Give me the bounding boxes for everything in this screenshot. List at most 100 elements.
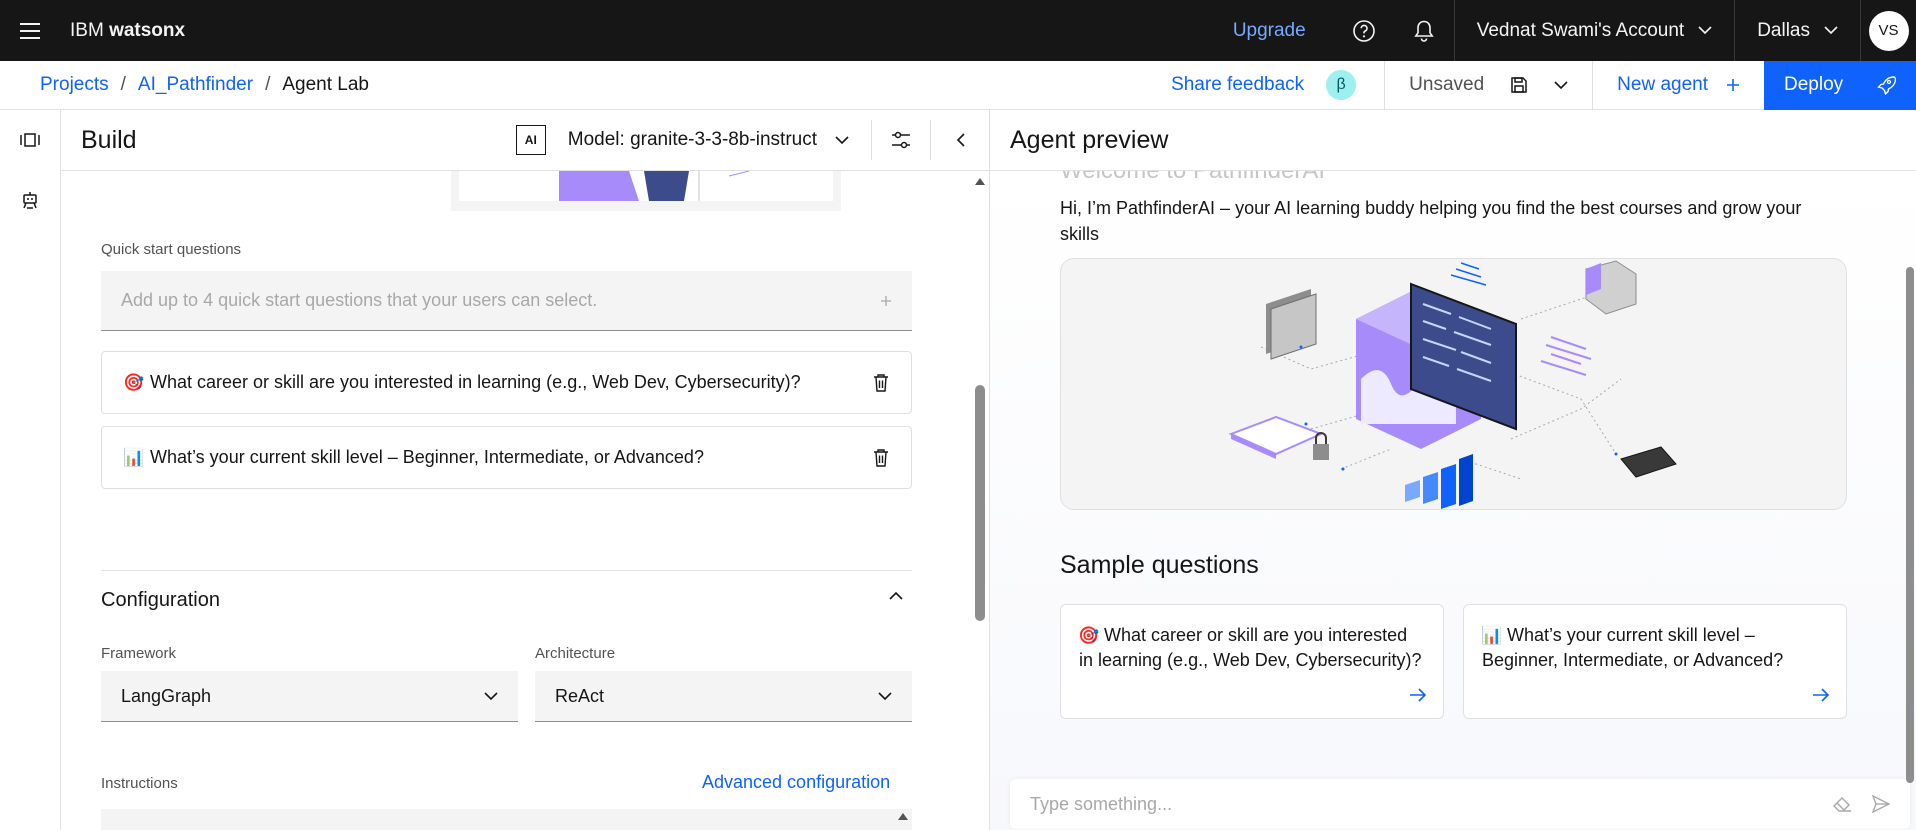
save-options-button[interactable] bbox=[1554, 80, 1568, 90]
chevron-down-icon bbox=[835, 135, 849, 144]
region-name: Dallas bbox=[1757, 19, 1810, 41]
advanced-configuration-link[interactable]: Advanced configuration bbox=[702, 772, 890, 793]
architecture-value: ReAct bbox=[555, 685, 605, 706]
deploy-label: Deploy bbox=[1784, 74, 1844, 95]
product-brand[interactable]: IBM watsonx bbox=[70, 20, 185, 42]
breadcrumb-current: Agent Lab bbox=[282, 74, 369, 95]
architecture-select[interactable]: ReAct bbox=[535, 671, 912, 722]
breadcrumb-action-bar: Projects / AI_Pathfinder / Agent Lab Sha… bbox=[0, 60, 1916, 110]
preview-content: Welcome to PathfinderAI Hi, I’m Pathfind… bbox=[990, 157, 1916, 830]
breadcrumb: Projects / AI_Pathfinder / Agent Lab bbox=[40, 74, 369, 96]
arrow-right-icon bbox=[1813, 688, 1830, 702]
breadcrumb-separator: / bbox=[120, 74, 126, 95]
configuration-section-title[interactable]: Configuration bbox=[101, 589, 220, 612]
chat-input[interactable]: Type something... bbox=[1010, 779, 1910, 829]
quick-start-input[interactable]: Add up to 4 quick start questions that y… bbox=[101, 271, 912, 331]
breadcrumb-project[interactable]: AI_Pathfinder bbox=[138, 74, 253, 96]
send-icon[interactable] bbox=[1872, 795, 1890, 813]
hamburger-menu-button[interactable] bbox=[0, 0, 60, 61]
notifications-button[interactable] bbox=[1394, 0, 1454, 61]
intro-message: Hi, I’m PathfinderAI – your AI learning … bbox=[1060, 198, 1802, 244]
deploy-button[interactable]: Deploy bbox=[1764, 60, 1916, 110]
build-content: Quick start questions Add up to 4 quick … bbox=[61, 171, 989, 830]
hamburger-icon bbox=[20, 22, 40, 39]
sample-question-text: What career or skill are you interested … bbox=[1079, 625, 1422, 670]
profile-button[interactable]: VS bbox=[1860, 0, 1916, 61]
save-button[interactable] bbox=[1510, 76, 1528, 94]
sliders-icon bbox=[892, 131, 910, 149]
question-text: What’s your current skill level – Beginn… bbox=[150, 447, 704, 467]
preview-scrollbar-thumb[interactable] bbox=[1906, 267, 1914, 783]
scrollbar-thumb[interactable] bbox=[975, 385, 985, 621]
help-button[interactable] bbox=[1334, 0, 1394, 61]
chat-placeholder: Type something... bbox=[1030, 793, 1173, 814]
notification-icon bbox=[1413, 20, 1434, 42]
chevron-left-icon bbox=[956, 133, 965, 147]
chevron-up-icon[interactable] bbox=[889, 591, 903, 600]
agent-view-button[interactable] bbox=[0, 170, 60, 230]
new-agent-label: New agent bbox=[1617, 74, 1708, 95]
breadcrumb-separator: / bbox=[265, 74, 271, 95]
framework-value: LangGraph bbox=[121, 685, 212, 706]
new-agent-button[interactable]: New agent bbox=[1592, 60, 1764, 110]
model-selector[interactable]: Model: granite-3-3-8b-instruct bbox=[568, 129, 849, 151]
chevron-down-icon bbox=[1554, 80, 1568, 89]
save-icon bbox=[1511, 77, 1527, 93]
chart-emoji-icon: 📊 bbox=[1481, 626, 1503, 645]
trash-icon[interactable] bbox=[873, 448, 889, 467]
quick-start-label: Quick start questions bbox=[101, 241, 242, 258]
target-emoji-icon: 🎯 bbox=[123, 372, 145, 392]
quick-start-question[interactable]: 📊 What’s your current skill level – Begi… bbox=[101, 426, 912, 489]
framework-select[interactable]: LangGraph bbox=[101, 671, 518, 722]
top-navigation-bar: IBM watsonx Upgrade Vednat Swami's Accou… bbox=[0, 0, 1916, 61]
brand-prefix: IBM bbox=[70, 19, 104, 41]
sample-question-card[interactable]: 📊 What’s your current skill level – Begi… bbox=[1463, 604, 1847, 719]
model-label: Model: granite-3-3-8b-instruct bbox=[567, 129, 817, 150]
build-panel: Build AI Model: granite-3-3-8b-instruct bbox=[61, 110, 990, 830]
region-switcher[interactable]: Dallas bbox=[1734, 0, 1860, 61]
breadcrumb-projects[interactable]: Projects bbox=[40, 74, 109, 96]
chevron-down-icon bbox=[484, 691, 498, 700]
save-controls: Unsaved bbox=[1384, 60, 1592, 110]
unsaved-status: Unsaved bbox=[1409, 74, 1485, 95]
welcome-image-preview bbox=[451, 171, 841, 211]
eraser-icon[interactable] bbox=[1832, 795, 1852, 813]
divider bbox=[101, 570, 912, 571]
help-icon bbox=[1352, 19, 1375, 42]
collapse-panel-button[interactable] bbox=[931, 110, 989, 171]
trash-icon[interactable] bbox=[873, 373, 889, 392]
architecture-label: Architecture bbox=[535, 645, 616, 662]
scroll-up-icon[interactable] bbox=[975, 178, 985, 185]
instructions-label: Instructions bbox=[101, 775, 178, 792]
target-emoji-icon: 🎯 bbox=[1078, 626, 1100, 645]
welcome-illustration bbox=[1060, 258, 1847, 510]
chart-emoji-icon: 📊 bbox=[123, 447, 145, 467]
question-text: What career or skill are you interested … bbox=[150, 372, 801, 392]
chevron-down-icon bbox=[878, 691, 892, 700]
beta-badge: β bbox=[1326, 70, 1357, 100]
sample-question-text: What’s your current skill level – Beginn… bbox=[1482, 625, 1784, 670]
plus-icon[interactable] bbox=[880, 295, 892, 307]
bot-icon bbox=[23, 192, 37, 209]
flow-view-button[interactable] bbox=[0, 110, 60, 170]
instructions-textarea[interactable] bbox=[101, 809, 912, 830]
ai-badge: AI bbox=[515, 125, 546, 155]
model-parameters-button[interactable] bbox=[872, 110, 930, 171]
sample-question-card[interactable]: 🎯 What career or skill are you intereste… bbox=[1060, 604, 1444, 719]
agent-preview-panel: Agent preview Welcome to PathfinderAI Hi… bbox=[990, 110, 1916, 830]
framework-label: Framework bbox=[101, 645, 177, 662]
share-feedback-link[interactable]: Share feedback bbox=[1171, 74, 1304, 96]
left-tool-rail bbox=[0, 110, 61, 830]
rocket-icon bbox=[1877, 76, 1896, 95]
account-switcher[interactable]: Vednat Swami's Account bbox=[1453, 0, 1734, 61]
avatar: VS bbox=[1868, 10, 1909, 51]
quick-start-question[interactable]: 🎯 What career or skill are you intereste… bbox=[101, 351, 912, 414]
scroll-up-icon[interactable] bbox=[898, 813, 908, 820]
preview-title: Agent preview bbox=[990, 110, 1916, 171]
upgrade-link[interactable]: Upgrade bbox=[1205, 20, 1334, 42]
sample-questions-title: Sample questions bbox=[1060, 551, 1259, 579]
chevron-down-icon bbox=[1824, 26, 1838, 35]
chevron-down-icon bbox=[1698, 26, 1712, 35]
build-header: Build AI Model: granite-3-3-8b-instruct bbox=[61, 110, 989, 171]
arrow-right-icon bbox=[1410, 688, 1427, 702]
